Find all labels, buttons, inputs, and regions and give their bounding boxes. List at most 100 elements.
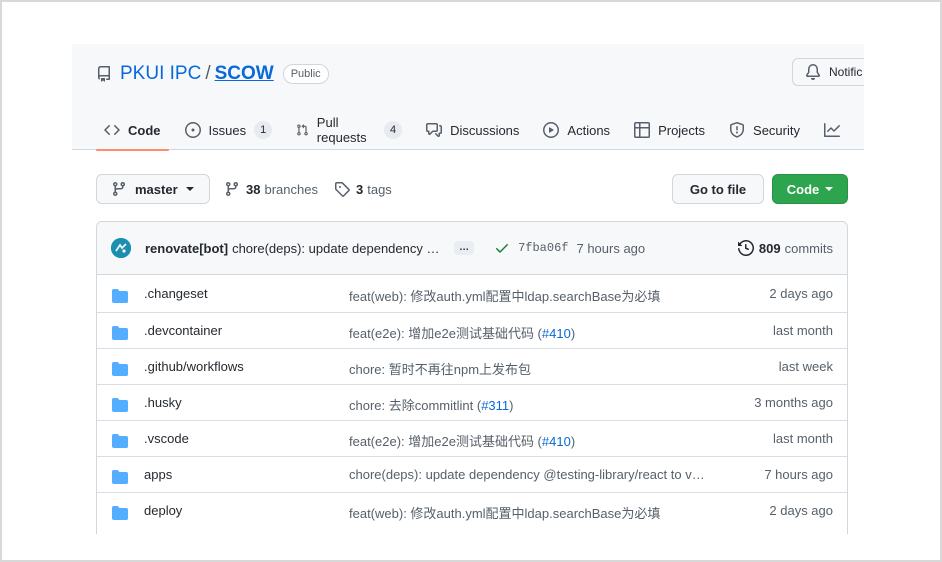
- file-name[interactable]: .devcontainer: [144, 323, 222, 338]
- file-name[interactable]: deploy: [144, 503, 182, 518]
- shield-icon: [730, 122, 745, 138]
- file-commit-message[interactable]: chore: 暂时不再往npm上发布包: [349, 359, 531, 378]
- tags-count: 3: [356, 181, 364, 197]
- branches-label: branches: [264, 181, 318, 197]
- list-item[interactable]: .github/workflows chore: 暂时不再往npm上发布包 la…: [97, 348, 847, 384]
- bell-icon: [805, 64, 820, 80]
- tab-actions[interactable]: Actions: [535, 110, 618, 150]
- table-icon: [634, 122, 651, 138]
- commits-label: commits: [784, 240, 833, 256]
- go-to-file-button[interactable]: Go to file: [672, 174, 764, 204]
- code-dropdown-button[interactable]: Code: [772, 174, 848, 204]
- file-commit-text-end: ): [509, 398, 514, 413]
- tab-pull-requests-label: Pull requests: [316, 115, 367, 145]
- tab-code-label: Code: [128, 122, 161, 138]
- history-icon: [737, 240, 754, 256]
- tab-code[interactable]: Code: [96, 110, 169, 151]
- repo-nav-tabs: Code Issues 1 Pull requests 4 Discussion…: [96, 110, 864, 151]
- file-commit-text: feat(web): 修改auth.yml配置中ldap.searchBase为…: [349, 289, 661, 304]
- list-item[interactable]: apps chore(deps): update dependency @tes…: [97, 456, 847, 492]
- file-name[interactable]: .vscode: [144, 431, 189, 446]
- file-commit-text: feat(web): 修改auth.yml配置中ldap.searchBase为…: [349, 506, 661, 521]
- repo-owner-link[interactable]: PKUI IPC: [120, 63, 201, 85]
- tab-projects[interactable]: Projects: [626, 110, 713, 150]
- list-item[interactable]: deploy feat(web): 修改auth.yml配置中ldap.sear…: [97, 492, 847, 528]
- pull-requests-counter: 4: [383, 121, 403, 139]
- tab-discussions[interactable]: Discussions: [418, 110, 527, 150]
- commit-sha[interactable]: 7fba06f: [518, 241, 568, 255]
- file-commit-message[interactable]: feat(e2e): 增加e2e测试基础代码 (#410): [349, 431, 575, 450]
- tab-security[interactable]: Security: [721, 110, 808, 150]
- latest-commit-bar: renovate[bot] chore(deps): update depend…: [97, 222, 847, 275]
- pr-link[interactable]: #311: [481, 398, 509, 413]
- folder-icon: [112, 434, 128, 448]
- file-commit-message[interactable]: feat(web): 修改auth.yml配置中ldap.searchBase为…: [349, 503, 660, 522]
- branches-count: 38: [246, 181, 261, 197]
- file-commit-text: chore(deps): update dependency @testing-…: [349, 467, 705, 482]
- code-button-label: Code: [786, 181, 820, 197]
- commit-author[interactable]: renovate[bot]: [145, 241, 228, 256]
- pr-link[interactable]: #410: [542, 434, 571, 449]
- file-name[interactable]: .husky: [144, 395, 182, 410]
- play-icon: [543, 122, 560, 138]
- file-commit-time: 3 months ago: [754, 395, 833, 410]
- repo-name-link[interactable]: SCOW: [215, 63, 274, 85]
- check-icon[interactable]: [494, 240, 510, 256]
- file-commit-time: 2 days ago: [769, 286, 833, 301]
- github-repo-page: PKUI IPC / SCOW Public Notific Code Issu…: [72, 44, 864, 534]
- avatar[interactable]: [111, 238, 131, 258]
- discussion-icon: [426, 123, 443, 137]
- file-commit-text: chore: 去除commitlint (: [349, 398, 482, 413]
- tab-projects-label: Projects: [658, 122, 706, 138]
- tab-pull-requests[interactable]: Pull requests 4: [288, 110, 410, 150]
- branch-name: master: [135, 181, 178, 197]
- tags-link[interactable]: 3 tags: [334, 181, 392, 197]
- issues-counter: 1: [254, 121, 273, 139]
- tab-insights[interactable]: [816, 110, 856, 150]
- branch-selector[interactable]: master: [96, 174, 210, 204]
- notifications-button[interactable]: Notific: [792, 58, 864, 86]
- list-item[interactable]: .vscode feat(e2e): 增加e2e测试基础代码 (#410) la…: [97, 420, 847, 456]
- folder-icon: [112, 470, 128, 484]
- list-item[interactable]: .husky chore: 去除commitlint (#311) 3 mont…: [97, 384, 847, 420]
- file-name[interactable]: .changeset: [144, 286, 208, 301]
- list-item[interactable]: .changeset feat(web): 修改auth.yml配置中ldap.…: [97, 276, 847, 312]
- file-commit-text: feat(e2e): 增加e2e测试基础代码 (: [349, 326, 542, 341]
- commit-message[interactable]: chore(deps): update dependency @testing-…: [232, 241, 446, 256]
- notifications-label: Notific: [829, 65, 863, 79]
- file-commit-time: last month: [773, 323, 833, 338]
- commit-time: 7 hours ago: [576, 240, 646, 256]
- commits-link[interactable]: 809 commits: [737, 240, 833, 256]
- list-item[interactable]: .devcontainer feat(e2e): 增加e2e测试基础代码 (#4…: [97, 312, 847, 348]
- file-commit-message[interactable]: chore(deps): update dependency @testing-…: [349, 467, 705, 482]
- expand-commit-button[interactable]: …: [454, 241, 475, 255]
- file-commit-message[interactable]: chore: 去除commitlint (#311): [349, 395, 514, 414]
- file-commit-message[interactable]: feat(web): 修改auth.yml配置中ldap.searchBase为…: [349, 286, 660, 305]
- file-commit-message[interactable]: feat(e2e): 增加e2e测试基础代码 (#410): [349, 323, 575, 342]
- folder-icon: [112, 289, 128, 303]
- pull-request-icon: [297, 124, 309, 136]
- repo-icon: [98, 66, 110, 82]
- file-name[interactable]: apps: [144, 467, 172, 482]
- branch-icon: [225, 182, 238, 197]
- pr-link[interactable]: #410: [542, 326, 571, 341]
- folder-icon: [112, 398, 128, 412]
- file-commit-text: feat(e2e): 增加e2e测试基础代码 (: [349, 434, 542, 449]
- tab-actions-label: Actions: [567, 122, 611, 138]
- file-commit-text-end: ): [570, 434, 576, 449]
- file-commit-time: 7 hours ago: [764, 467, 833, 482]
- folder-icon: [112, 326, 128, 340]
- file-commit-text-end: ): [570, 326, 576, 341]
- file-commit-time: last month: [773, 431, 833, 446]
- file-name[interactable]: .github/workflows: [144, 359, 244, 374]
- caret-down-icon: [185, 187, 194, 191]
- tag-icon: [335, 182, 350, 197]
- code-icon: [104, 124, 120, 136]
- folder-icon: [112, 362, 128, 376]
- branches-link[interactable]: 38 branches: [224, 181, 318, 197]
- branch-bar: master 38 branches 3 tags Go to file Cod…: [96, 174, 848, 204]
- file-commit-time: 2 days ago: [769, 503, 833, 518]
- repo-title: PKUI IPC / SCOW Public: [96, 61, 329, 87]
- screenshot-frame: PKUI IPC / SCOW Public Notific Code Issu…: [0, 0, 942, 562]
- tab-issues[interactable]: Issues 1: [177, 110, 281, 150]
